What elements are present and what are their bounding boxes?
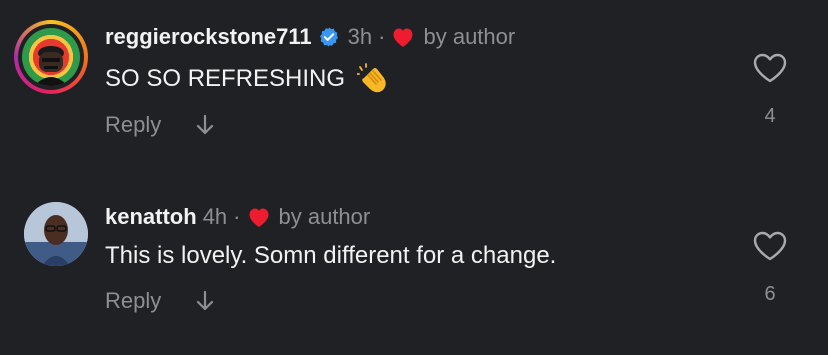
heart-outline-icon[interactable]: [752, 231, 788, 266]
avatar: [22, 28, 80, 86]
avatar[interactable]: [24, 202, 88, 266]
comment-actions: Reply: [105, 112, 215, 138]
comment-item: reggierockstone711 3h · by author SO SO …: [0, 0, 828, 178]
username[interactable]: reggierockstone711: [105, 24, 312, 50]
arrow-down-icon[interactable]: [195, 114, 215, 136]
verified-badge-icon: [318, 26, 340, 48]
like-count: 6: [764, 283, 776, 305]
avatar-illustration: [34, 46, 68, 86]
heart-filled-icon: [391, 26, 415, 48]
comment-meta: reggierockstone711 3h · by author: [105, 24, 515, 50]
separator-dot: ·: [378, 24, 386, 49]
separator-dot: ·: [233, 204, 241, 229]
avatar-story-ring[interactable]: [14, 20, 88, 94]
heart-filled-icon: [247, 206, 271, 228]
comment-body: SO SO REFRESHING: [105, 62, 391, 96]
like-column: 4: [740, 52, 800, 128]
arrow-down-icon[interactable]: [195, 290, 215, 312]
reply-button[interactable]: Reply: [105, 112, 161, 138]
timestamp: 3h: [347, 24, 373, 49]
comments-list: reggierockstone711 3h · by author SO SO …: [0, 0, 828, 355]
comment-text: SO SO REFRESHING: [105, 65, 346, 92]
heart-outline-icon[interactable]: [752, 53, 788, 88]
comment-actions: Reply: [105, 288, 215, 314]
comment-item: kenattoh 4h · by author This is lovely. …: [0, 178, 828, 355]
liked-by-author-label: by author: [423, 24, 516, 49]
reply-button[interactable]: Reply: [105, 288, 161, 314]
comment-meta: kenattoh 4h · by author: [105, 204, 370, 230]
like-column: 6: [740, 230, 800, 306]
comment-text: This is lovely. Somn different for a cha…: [105, 242, 557, 269]
like-count: 4: [764, 105, 776, 127]
username[interactable]: kenattoh: [105, 204, 197, 230]
liked-by-author-label: by author: [278, 204, 371, 229]
avatar-illustration: [24, 202, 88, 266]
timestamp: 4h: [202, 204, 228, 229]
comment-body: This is lovely. Somn different for a cha…: [105, 242, 556, 270]
clapping-hands-icon: [357, 62, 391, 96]
